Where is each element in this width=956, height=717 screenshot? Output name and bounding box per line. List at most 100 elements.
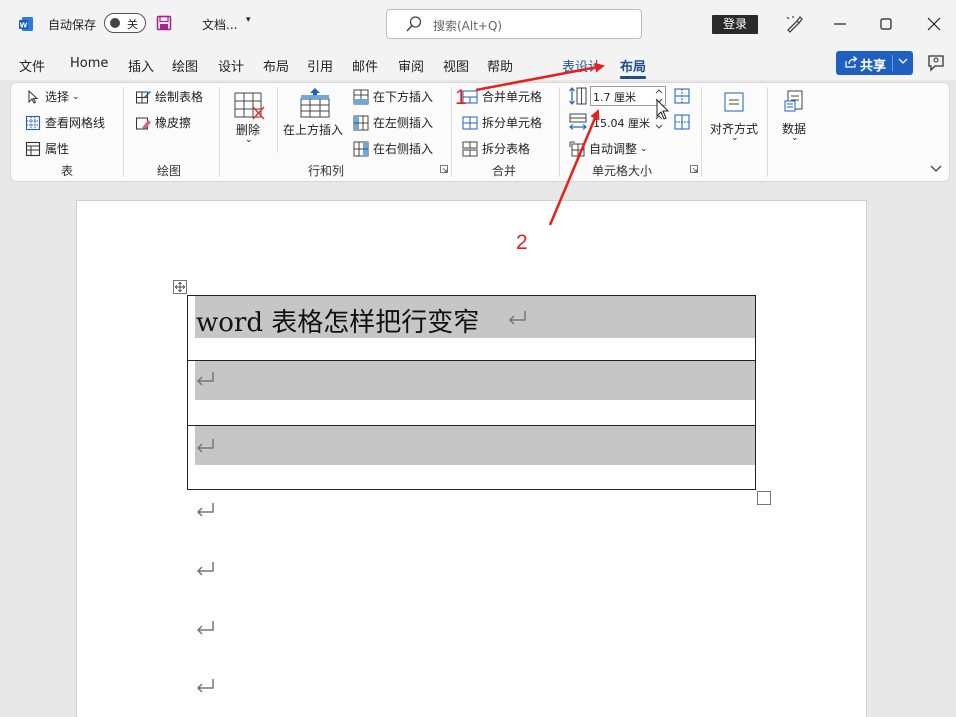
eraser-icon [136, 117, 151, 129]
tab-help[interactable]: 帮助 [487, 56, 513, 75]
tab-review[interactable]: 审阅 [398, 56, 424, 75]
insert-above-label[interactable]: 在上方插入 [283, 121, 343, 138]
insert-left-label: 在左侧插入 [373, 116, 434, 130]
split-cells-button[interactable]: 拆分单元格 [462, 114, 542, 131]
row-height-input[interactable]: 1.7 厘米 [590, 86, 666, 106]
active-tab-indicator [620, 76, 646, 79]
annotation-label-1: 1 [455, 86, 467, 109]
group-label-cell-size: 单元格大小 [592, 164, 653, 178]
row-height-value: 1.7 厘米 [593, 91, 636, 104]
tab-references[interactable]: 引用 [307, 56, 333, 75]
tab-insert[interactable]: 插入 [128, 56, 154, 75]
spinner-arrows-icon[interactable] [655, 88, 663, 104]
distribute-rows-icon[interactable] [674, 88, 690, 104]
insert-right-label: 在右侧插入 [373, 142, 434, 156]
data-icon[interactable] [783, 89, 807, 113]
eraser-label: 橡皮擦 [155, 116, 192, 130]
cursor-icon [28, 89, 39, 104]
chevron-down-icon[interactable]: ⌄ [731, 133, 739, 143]
insert-below-button[interactable]: 在下方插入 [353, 88, 433, 105]
split-table-button[interactable]: 拆分表格 [462, 140, 530, 157]
comment-icon[interactable] [926, 53, 946, 73]
chevron-down-icon[interactable]: ▾ [246, 15, 251, 25]
row-highlight [195, 361, 755, 400]
draw-table-label: 绘制表格 [155, 90, 204, 104]
delete-table-icon[interactable] [233, 89, 265, 121]
tab-table-design[interactable]: 表设计 [562, 56, 601, 75]
table-cell-text[interactable]: word 表格怎样把行变窄 [196, 302, 479, 339]
tab-design[interactable]: 设计 [218, 56, 244, 75]
column-width-input[interactable]: 15.04 厘米 [590, 112, 666, 132]
insert-below-icon [353, 89, 369, 104]
word-logo-icon: W [19, 17, 33, 31]
tab-home[interactable]: Home [70, 56, 108, 71]
group-separator [559, 87, 560, 177]
save-icon[interactable] [156, 15, 172, 31]
group-separator [219, 87, 220, 177]
table-row[interactable] [188, 426, 755, 489]
group-label-rows-cols: 行和列 [308, 164, 345, 178]
paragraph-mark-icon [508, 311, 526, 325]
document-page[interactable]: word 表格怎样把行变窄 [76, 200, 867, 717]
chevron-down-icon[interactable]: ⌄ [791, 133, 799, 143]
paragraph-mark-icon [196, 503, 214, 517]
chevron-down-icon[interactable]: ⌄ [245, 135, 253, 145]
collapse-ribbon-icon[interactable] [929, 161, 943, 175]
document-title[interactable]: 文档... [202, 16, 237, 33]
select-button[interactable]: 选择 ⌄ [25, 88, 80, 105]
minimize-icon[interactable] [830, 14, 850, 34]
view-gridlines-button[interactable]: 查看网格线 [25, 114, 105, 131]
group-separator [277, 87, 278, 153]
group-separator [767, 87, 768, 177]
menu-tabs: 文件 Home 插入 绘图 设计 布局 引用 邮件 审阅 视图 帮助 表设计 布… [0, 48, 956, 80]
tab-file[interactable]: 文件 [19, 56, 45, 75]
dialog-launcher-icon[interactable] [440, 165, 448, 173]
merge-cells-button[interactable]: 合并单元格 [462, 88, 542, 105]
chevron-down-icon: ⌄ [640, 143, 648, 154]
gridlines-icon [25, 115, 41, 130]
chevron-down-icon[interactable] [897, 55, 909, 67]
table-properties-icon [25, 141, 41, 156]
autofit-label: 自动调整 [589, 142, 638, 156]
group-label-merge: 合并 [492, 164, 517, 178]
eraser-button[interactable]: 橡皮擦 [135, 114, 191, 131]
designer-pen-icon[interactable] [784, 14, 804, 34]
autosave-toggle[interactable]: 关 [104, 13, 146, 33]
table-row[interactable]: word 表格怎样把行变窄 [188, 296, 755, 361]
search-input[interactable]: 搜索(Alt+Q) [386, 9, 642, 39]
tab-table-layout[interactable]: 布局 [620, 56, 646, 75]
document-table[interactable]: word 表格怎样把行变窄 [187, 295, 756, 490]
paragraph-mark-icon [196, 439, 214, 453]
group-separator [123, 87, 124, 177]
merge-cells-label: 合并单元格 [482, 90, 543, 104]
tab-draw[interactable]: 绘图 [172, 56, 198, 75]
table-move-handle-icon[interactable] [173, 280, 187, 294]
tab-mailings[interactable]: 邮件 [352, 56, 378, 75]
table-resize-handle[interactable] [757, 491, 771, 505]
share-label: 共享 [860, 59, 887, 74]
draw-table-icon [136, 90, 151, 103]
tab-view[interactable]: 视图 [443, 56, 469, 75]
autofit-button[interactable]: 自动调整 ⌄ [569, 140, 648, 157]
split-cells-label: 拆分单元格 [482, 116, 543, 130]
distribute-columns-icon[interactable] [674, 114, 690, 130]
autosave-label: 自动保存 [48, 18, 97, 32]
properties-label: 属性 [45, 142, 70, 156]
document-area: word 表格怎样把行变窄 [0, 183, 956, 717]
insert-right-button[interactable]: 在右侧插入 [353, 140, 433, 157]
dialog-launcher-icon[interactable] [690, 165, 698, 173]
insert-below-label: 在下方插入 [373, 90, 434, 104]
insert-right-icon [353, 141, 369, 156]
tab-layout[interactable]: 布局 [263, 56, 289, 75]
alignment-icon[interactable] [723, 91, 745, 113]
insert-left-button[interactable]: 在左侧插入 [353, 114, 433, 131]
login-button[interactable]: 登录 [712, 15, 758, 34]
maximize-icon[interactable] [876, 14, 896, 34]
insert-above-icon[interactable] [299, 87, 331, 119]
share-button[interactable]: 共享 [836, 51, 913, 75]
spinner-arrows-icon[interactable] [655, 114, 663, 130]
table-row[interactable] [188, 361, 755, 426]
draw-table-button[interactable]: 绘制表格 [135, 88, 203, 105]
properties-button[interactable]: 属性 [25, 140, 69, 157]
close-icon[interactable] [924, 14, 944, 34]
